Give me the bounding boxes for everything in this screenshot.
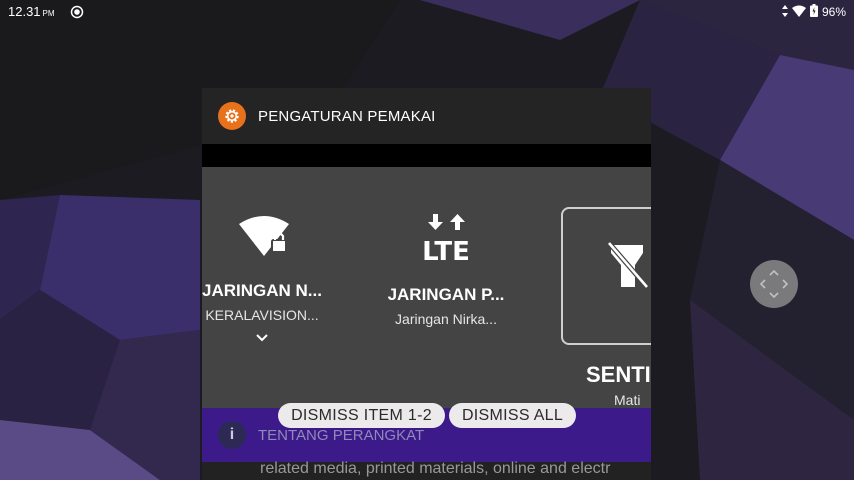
divider-strip (202, 144, 651, 167)
status-bar: 12.31 PM 96% (0, 0, 854, 24)
directional-pad-icon (758, 268, 790, 305)
battery-icon (809, 4, 818, 20)
wifi-icon (791, 5, 806, 20)
tile-subtitle: Mati (614, 392, 641, 408)
cast-icon (70, 5, 84, 24)
tile-mobile-data[interactable]: LTE JARINGAN P... Jaringan Nirka... (385, 214, 507, 327)
tile-subtitle: KERALAVISION... (205, 307, 319, 323)
dismiss-item-button[interactable]: DISMISS ITEM 1-2 (278, 403, 445, 428)
clock: 12.31 PM (8, 4, 55, 19)
chevron-down-icon[interactable] (202, 329, 322, 347)
tile-subtitle: Jaringan Nirka... (395, 311, 497, 327)
clock-ampm: PM (42, 9, 55, 18)
svg-text:LTE: LTE (422, 237, 470, 262)
data-arrows-icon (781, 4, 788, 20)
info-icon: i (218, 421, 246, 449)
dismiss-all-button[interactable]: DISMISS ALL (449, 403, 576, 428)
clock-time: 12.31 (8, 4, 41, 19)
tile-title: SENTI (586, 362, 651, 387)
lte-icon: LTE (385, 214, 507, 267)
tile-wifi[interactable]: JARINGAN N... KERALAVISION... (202, 214, 322, 347)
gear-icon (218, 102, 246, 130)
tile-title: JARINGAN P... (387, 285, 505, 304)
wifi-lock-icon (202, 214, 322, 263)
tile-title: JARINGAN N... (202, 281, 322, 300)
about-label: TENTANG PERANGKAT (258, 426, 425, 444)
flashlight-off-icon (607, 241, 651, 294)
navigation-handle[interactable] (750, 260, 798, 308)
body-text: related media, printed materials, online… (260, 460, 611, 477)
quick-settings-tiles: JARINGAN N... KERALAVISION... LTE JARING… (202, 167, 651, 408)
tile-flashlight[interactable] (561, 207, 651, 345)
card-title: PENGATURAN PEMAKAI (258, 107, 436, 125)
battery-level: 96% (821, 5, 846, 19)
card-header[interactable]: PENGATURAN PEMAKAI (202, 88, 651, 144)
status-icons: 96% (781, 4, 846, 20)
